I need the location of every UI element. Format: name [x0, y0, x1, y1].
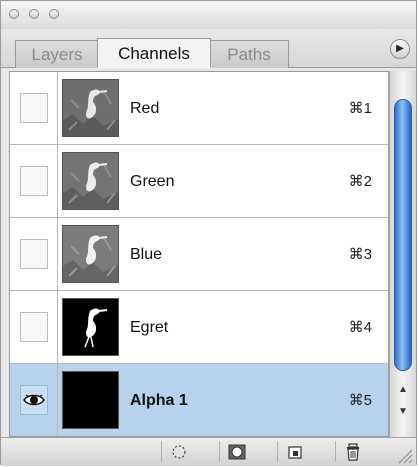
close-icon[interactable] — [9, 9, 19, 19]
visibility-cell[interactable] — [10, 364, 58, 436]
scroll-up-arrow-icon[interactable]: ▲ — [390, 381, 416, 399]
visibility-toggle[interactable] — [20, 312, 48, 342]
visibility-toggle[interactable] — [20, 166, 48, 196]
scrollbar-thumb[interactable] — [394, 99, 412, 371]
delete-channel-button[interactable] — [335, 441, 369, 462]
channel-row-egret[interactable]: Egret ⌘4 — [10, 291, 388, 364]
channel-name: Alpha 1 — [130, 392, 188, 409]
trash-icon — [346, 443, 359, 461]
channel-thumbnail — [62, 298, 119, 356]
channel-name: Blue — [130, 246, 163, 263]
eye-icon — [23, 394, 45, 406]
channel-shortcut: ⌘4 — [348, 319, 372, 336]
tab-paths-label: Paths — [227, 45, 271, 64]
tab-layers[interactable]: Layers — [15, 40, 99, 68]
tab-channels-label: Channels — [118, 44, 190, 63]
egret-mask-image — [63, 299, 118, 355]
panel-menu-button[interactable]: ▶ — [390, 39, 410, 59]
tab-strip: Layers Channels Paths ▶ — [1, 29, 416, 68]
channel-shortcut: ⌘5 — [348, 392, 372, 409]
channel-thumbnail — [62, 371, 119, 429]
play-right-icon: ▶ — [396, 43, 404, 54]
panel-footer — [1, 437, 416, 466]
zoom-icon[interactable] — [49, 9, 59, 19]
egret-grayscale-image — [63, 153, 118, 209]
visibility-toggle[interactable] — [20, 385, 48, 415]
visibility-cell[interactable] — [10, 145, 58, 217]
channel-shortcut: ⌘1 — [348, 100, 372, 117]
channels-panel: Layers Channels Paths ▶ Red ⌘1 Green ⌘2 … — [0, 0, 417, 466]
channel-thumbnail — [62, 152, 119, 210]
channel-name: Red — [130, 100, 160, 117]
tab-paths[interactable]: Paths — [209, 40, 289, 68]
save-selection-as-channel-button[interactable] — [219, 441, 253, 462]
channel-row-alpha-1[interactable]: Alpha 1 ⌘5 — [10, 364, 388, 436]
channel-shortcut: ⌘2 — [348, 173, 372, 190]
tab-channels[interactable]: Channels — [97, 38, 211, 68]
vertical-scrollbar[interactable]: ▲ ▼ — [389, 71, 416, 437]
egret-grayscale-image — [63, 80, 118, 136]
egret-grayscale-image — [63, 226, 118, 282]
visibility-cell[interactable] — [10, 72, 58, 144]
resize-grip-icon[interactable] — [395, 446, 413, 464]
visibility-toggle[interactable] — [20, 239, 48, 269]
channel-row-blue[interactable]: Blue ⌘3 — [10, 218, 388, 291]
load-selection-icon — [171, 445, 186, 459]
channel-thumbnail — [62, 225, 119, 283]
save-selection-icon — [228, 444, 245, 460]
scroll-down-arrow-icon[interactable]: ▼ — [390, 403, 416, 421]
title-bar — [1, 1, 416, 30]
channel-row-red[interactable]: Red ⌘1 — [10, 72, 388, 145]
visibility-toggle[interactable] — [20, 93, 48, 123]
new-channel-icon — [287, 446, 302, 459]
load-channel-as-selection-button[interactable] — [161, 441, 195, 462]
channel-name: Egret — [130, 319, 169, 336]
tab-layers-label: Layers — [31, 45, 83, 64]
new-channel-button[interactable] — [277, 441, 311, 462]
minimize-icon[interactable] — [29, 9, 39, 19]
visibility-cell[interactable] — [10, 291, 58, 363]
channel-row-green[interactable]: Green ⌘2 — [10, 145, 388, 218]
channel-shortcut: ⌘3 — [348, 246, 372, 263]
channel-list: Red ⌘1 Green ⌘2 Blue ⌘3 Egret ⌘4 Alpha 1… — [9, 71, 389, 437]
channel-thumbnail — [62, 79, 119, 137]
channel-name: Green — [130, 173, 175, 190]
visibility-cell[interactable] — [10, 218, 58, 290]
